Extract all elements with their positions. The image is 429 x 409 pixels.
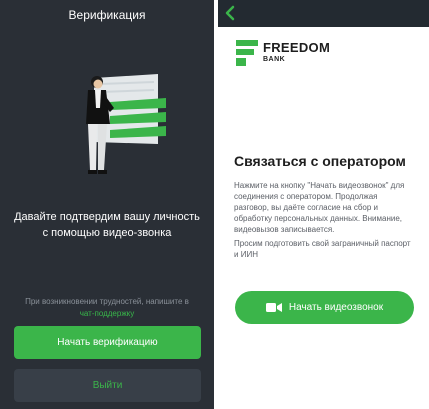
start-video-call-button[interactable]: Начать видеозвонок: [235, 291, 414, 324]
help-text: При возникновении трудностей, напишите в…: [6, 296, 208, 320]
operator-screen: FREEDOM BANK Связаться с оператором Нажм…: [218, 0, 429, 409]
verification-illustration: [86, 74, 166, 174]
help-text-line: При возникновении трудностей, напишите в: [25, 297, 189, 306]
verification-screen: Верификация Давайте подтвердим вашу личн…: [0, 0, 214, 409]
brand-subtitle: BANK: [263, 56, 286, 63]
document-note: Просим подготовить свой заграничный пасп…: [234, 239, 411, 259]
freedom-bank-mark-icon: [236, 40, 258, 66]
operator-title: Связаться с оператором: [234, 153, 406, 169]
freedom-bank-logo: FREEDOM BANK: [234, 38, 384, 72]
top-bar: [218, 0, 429, 27]
operator-description: Нажмите на кнопку "Начать видеозвонок" д…: [234, 181, 405, 234]
exit-button[interactable]: Выйти: [14, 369, 201, 402]
brand-name: FREEDOM: [263, 40, 331, 55]
start-verification-button[interactable]: Начать верификацию: [14, 326, 201, 359]
chevron-left-icon[interactable]: [222, 3, 240, 23]
video-camera-icon: [265, 303, 282, 312]
headline-line-2: с помощью видео-звонка: [42, 227, 172, 239]
headline: Давайте подтвердим вашу личность с помощ…: [6, 209, 208, 241]
support-chat-link[interactable]: чат-поддержку: [6, 308, 208, 320]
headline-line-1: Давайте подтвердим вашу личность: [14, 211, 200, 223]
start-video-call-label: Начать видеозвонок: [288, 302, 384, 313]
page-title: Верификация: [68, 8, 146, 22]
